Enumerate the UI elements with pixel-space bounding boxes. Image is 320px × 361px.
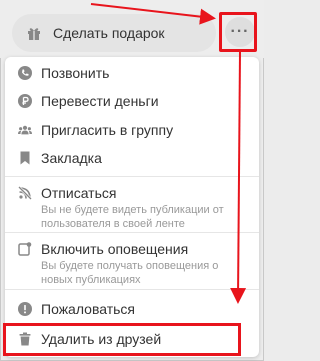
menu-divider <box>5 289 259 290</box>
ruble-icon <box>18 94 32 108</box>
send-gift-button[interactable]: Сделать подарок <box>12 14 216 52</box>
send-gift-label: Сделать подарок <box>53 25 165 41</box>
menu-item-description: Вы будете получать оповещения о новых пу… <box>41 260 219 286</box>
menu-item-label: Закладка <box>41 150 102 166</box>
phone-icon <box>18 66 32 80</box>
menu-divider <box>5 232 259 233</box>
gift-icon <box>26 25 42 41</box>
menu-item-invite-group[interactable]: Пригласить в группу <box>5 122 259 150</box>
menu-item-label: Пригласить в группу <box>41 122 174 138</box>
context-menu: Позвонить Перевести деньги Пригласить в … <box>5 57 259 357</box>
menu-item-label: Позвонить <box>41 65 110 81</box>
menu-item-label: Пожаловаться <box>41 301 136 317</box>
menu-item-unsubscribe[interactable]: Отписаться Вы не будете видеть публикаци… <box>5 185 259 231</box>
menu-item-label: Перевести деньги <box>41 93 159 109</box>
group-icon <box>18 123 32 137</box>
menu-divider <box>5 176 259 177</box>
menu-item-description: Вы не будете видеть публикации от пользо… <box>41 204 224 230</box>
menu-item-label: Отписаться <box>41 185 117 201</box>
notification-icon <box>18 242 32 256</box>
warning-icon <box>18 302 32 316</box>
bookmark-icon <box>18 151 32 165</box>
annotation-box-more <box>219 12 257 52</box>
menu-item-label: Включить оповещения <box>41 241 189 257</box>
menu-item-send-money[interactable]: Перевести деньги <box>5 93 259 121</box>
unsubscribe-icon <box>18 186 32 200</box>
menu-item-call[interactable]: Позвонить <box>5 65 259 93</box>
annotation-box-remove-friend <box>3 323 241 356</box>
menu-item-bookmark[interactable]: Закладка <box>5 150 259 178</box>
menu-item-enable-notifications[interactable]: Включить оповещения Вы будете получать о… <box>5 241 259 291</box>
